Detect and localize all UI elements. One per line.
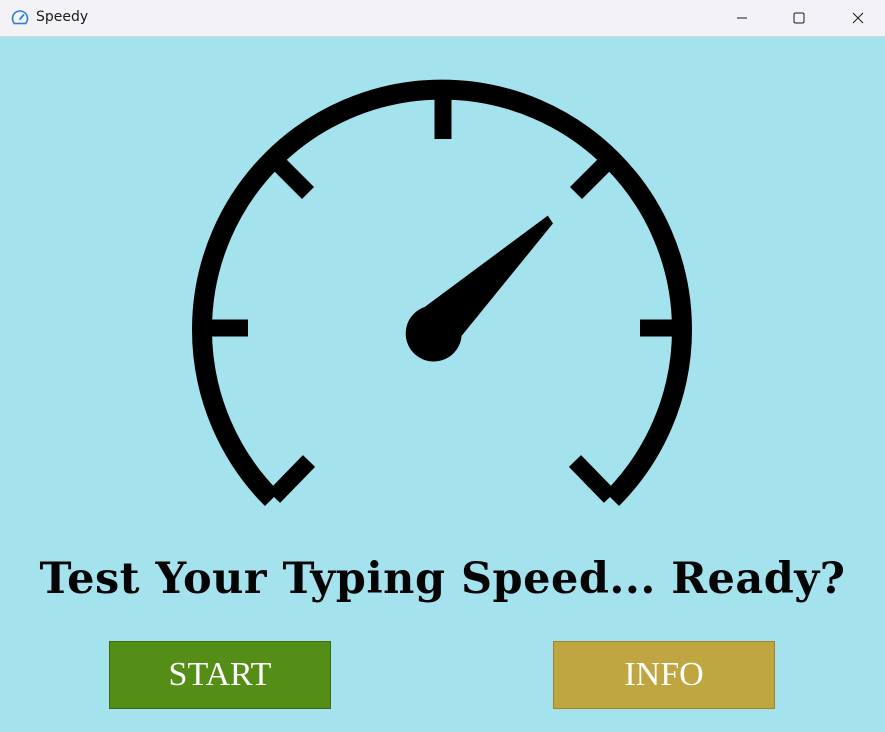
minimize-icon <box>736 17 747 19</box>
minimize-button[interactable] <box>712 0 771 36</box>
speedometer-icon <box>10 8 30 28</box>
info-button[interactable]: INFO <box>553 641 775 709</box>
speedometer-illustration <box>192 79 692 507</box>
maximize-icon <box>793 12 804 24</box>
maximize-button[interactable] <box>769 0 828 36</box>
close-button[interactable] <box>828 0 885 36</box>
title-bar[interactable]: Speedy <box>0 0 885 37</box>
start-button[interactable]: START <box>109 641 331 709</box>
window-title: Speedy <box>36 9 89 25</box>
app-window: Speedy Test Your Typing Speed... Ready? … <box>0 0 885 732</box>
headline: Test Your Typing Speed... Ready? <box>39 554 846 604</box>
gauge-needle <box>405 215 553 362</box>
speedometer-icon <box>192 79 692 507</box>
close-icon <box>852 12 863 24</box>
main-content: Test Your Typing Speed... Ready? START I… <box>0 37 885 732</box>
